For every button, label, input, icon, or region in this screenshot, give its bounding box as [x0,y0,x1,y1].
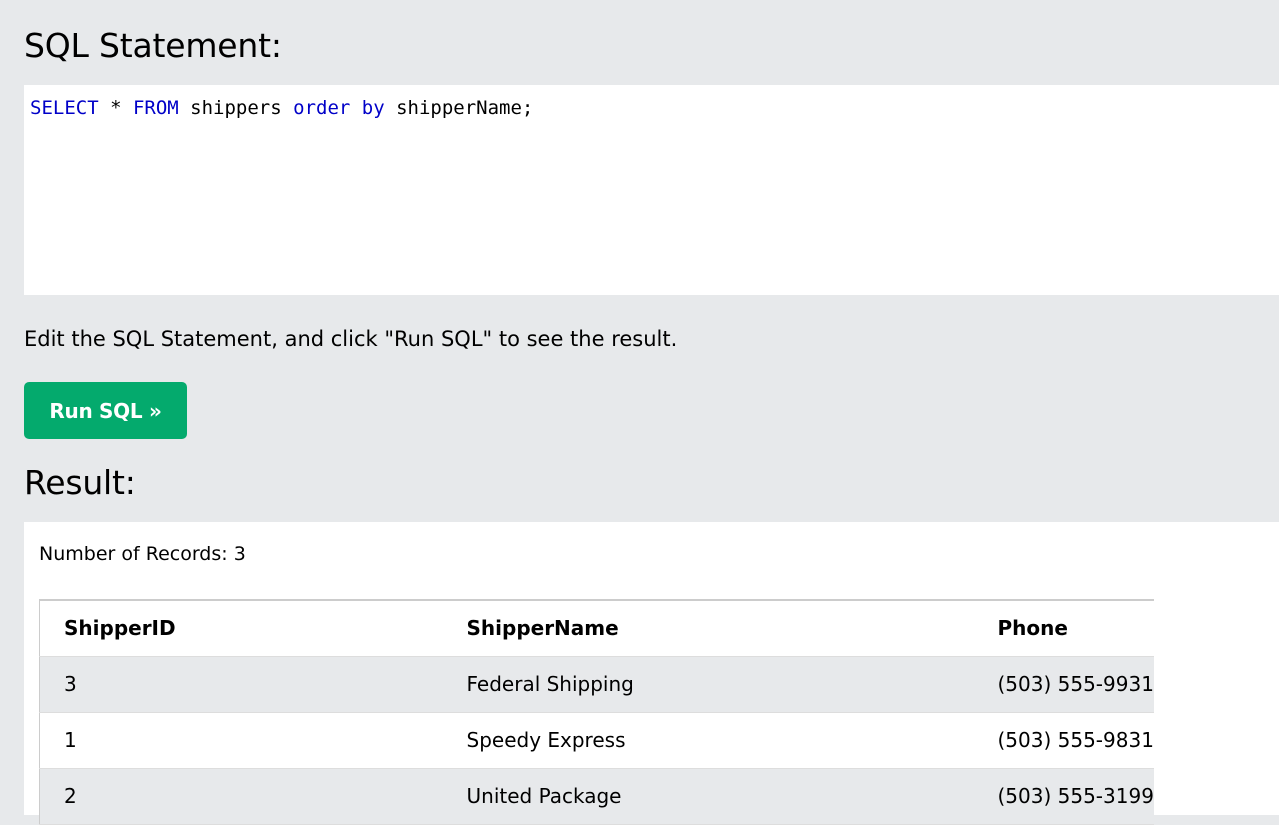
record-count: Number of Records: 3 [39,543,246,565]
table-row: 1 Speedy Express (503) 555-9831 [39,712,1154,769]
cell-shipperid: 3 [39,656,443,713]
cell-shipperid: 2 [39,768,443,825]
result-heading: Result: [24,463,136,502]
cell-shipperid: 1 [39,712,443,769]
sql-token: shippers [178,97,294,119]
sql-token: shipperName; [384,97,534,119]
cell-shippername: Federal Shipping [442,656,974,713]
column-header-shipperid: ShipperID [39,600,443,657]
run-sql-button[interactable]: Run SQL » [24,382,187,439]
table-header-row: ShipperID ShipperName Phone [39,600,1154,657]
sql-tryit-panel: SQL Statement: SELECT * FROM shippers or… [24,0,1279,825]
column-header-shippername: ShipperName [442,600,974,657]
sql-token: * [98,97,133,119]
cell-shippername: Speedy Express [442,712,974,769]
cell-phone: (503) 555-9931 [973,656,1154,713]
result-table: ShipperID ShipperName Phone 3 Federal Sh… [39,599,1154,825]
sql-statement-heading: SQL Statement: [24,26,282,65]
cell-phone: (503) 555-9831 [973,712,1154,769]
sql-token: SELECT [30,97,99,119]
instruction-text: Edit the SQL Statement, and click "Run S… [24,327,678,351]
table-row: 2 United Package (503) 555-3199 [39,768,1154,825]
cell-shippername: United Package [442,768,974,825]
sql-token: order by [293,97,385,119]
table-row: 3 Federal Shipping (503) 555-9931 [39,656,1154,713]
result-panel: Number of Records: 3 ShipperID ShipperNa… [24,522,1279,825]
column-header-phone: Phone [973,600,1154,657]
sql-editor[interactable]: SELECT * FROM shippers order by shipperN… [24,85,1279,295]
cell-phone: (503) 555-3199 [973,768,1154,825]
sql-token: FROM [132,97,179,119]
